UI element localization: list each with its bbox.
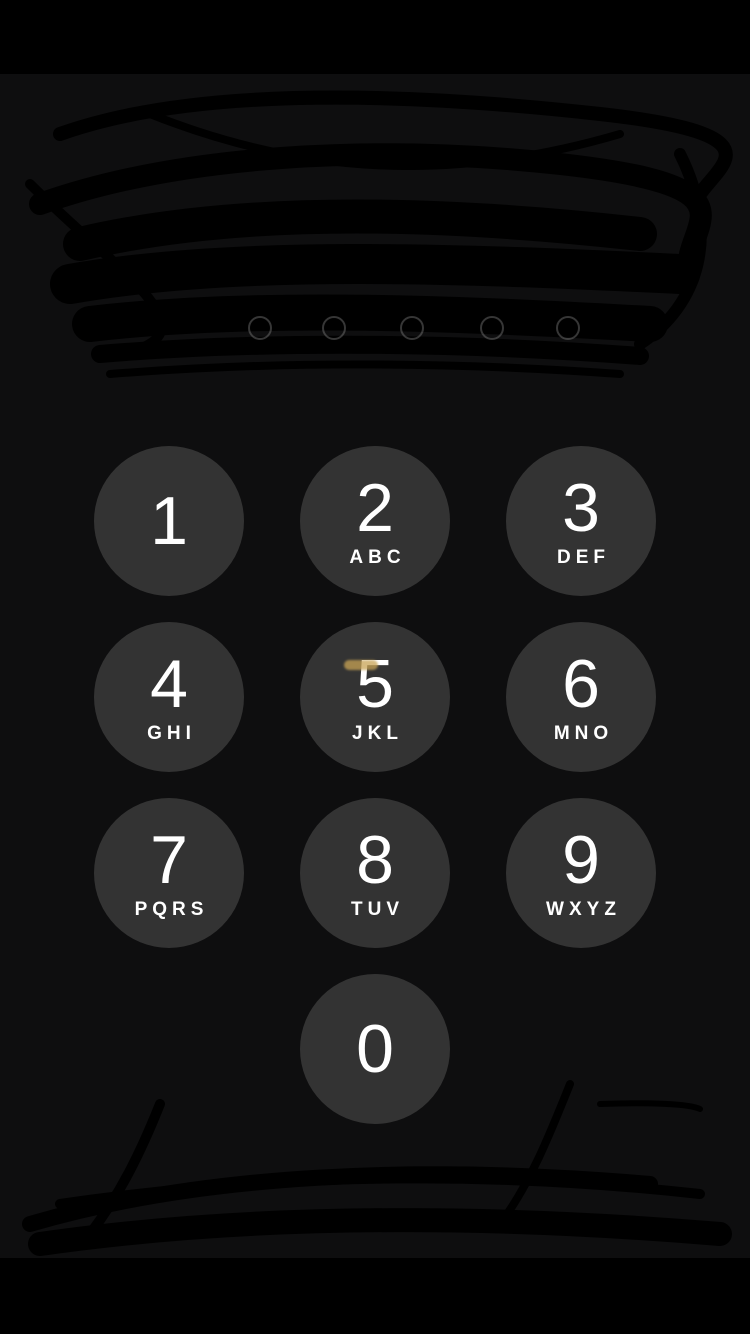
key-letters: DEF	[557, 547, 610, 568]
key-digit: 0	[356, 1011, 394, 1087]
key-letters: PQRS	[134, 899, 209, 920]
key-digit: 9	[562, 822, 600, 898]
key-digit: 6	[562, 646, 600, 722]
key-7[interactable]: 7 PQRS	[94, 798, 244, 948]
key-2[interactable]: 2 ABC	[300, 446, 450, 596]
passcode-keypad: 1 2 ABC 3 DEF 4 GHI 5 JKL 6 MNO 7 PQRS 8…	[0, 0, 750, 1334]
bottom-black-bar	[0, 1258, 750, 1334]
key-digit: 4	[150, 646, 188, 722]
key-5[interactable]: 5 JKL	[300, 622, 450, 772]
key-letters: GHI	[147, 723, 196, 744]
key-8[interactable]: 8 TUV	[300, 798, 450, 948]
key-letters: MNO	[553, 723, 614, 744]
key-letters: WXYZ	[546, 899, 621, 920]
key-1[interactable]: 1	[94, 446, 244, 596]
key-digit: 8	[356, 822, 394, 898]
key-9[interactable]: 9 WXYZ	[506, 798, 656, 948]
key-3[interactable]: 3 DEF	[506, 446, 656, 596]
key-letters: ABC	[349, 547, 406, 568]
key-digit: 7	[150, 822, 188, 898]
key-letters: TUV	[351, 899, 404, 920]
screen-smudge	[344, 660, 378, 670]
key-digit: 2	[356, 470, 394, 546]
key-6[interactable]: 6 MNO	[506, 622, 656, 772]
key-digit: 1	[150, 483, 188, 559]
key-4[interactable]: 4 GHI	[94, 622, 244, 772]
key-0[interactable]: 0	[300, 974, 450, 1124]
key-digit: 3	[562, 470, 600, 546]
key-letters: JKL	[352, 723, 403, 744]
